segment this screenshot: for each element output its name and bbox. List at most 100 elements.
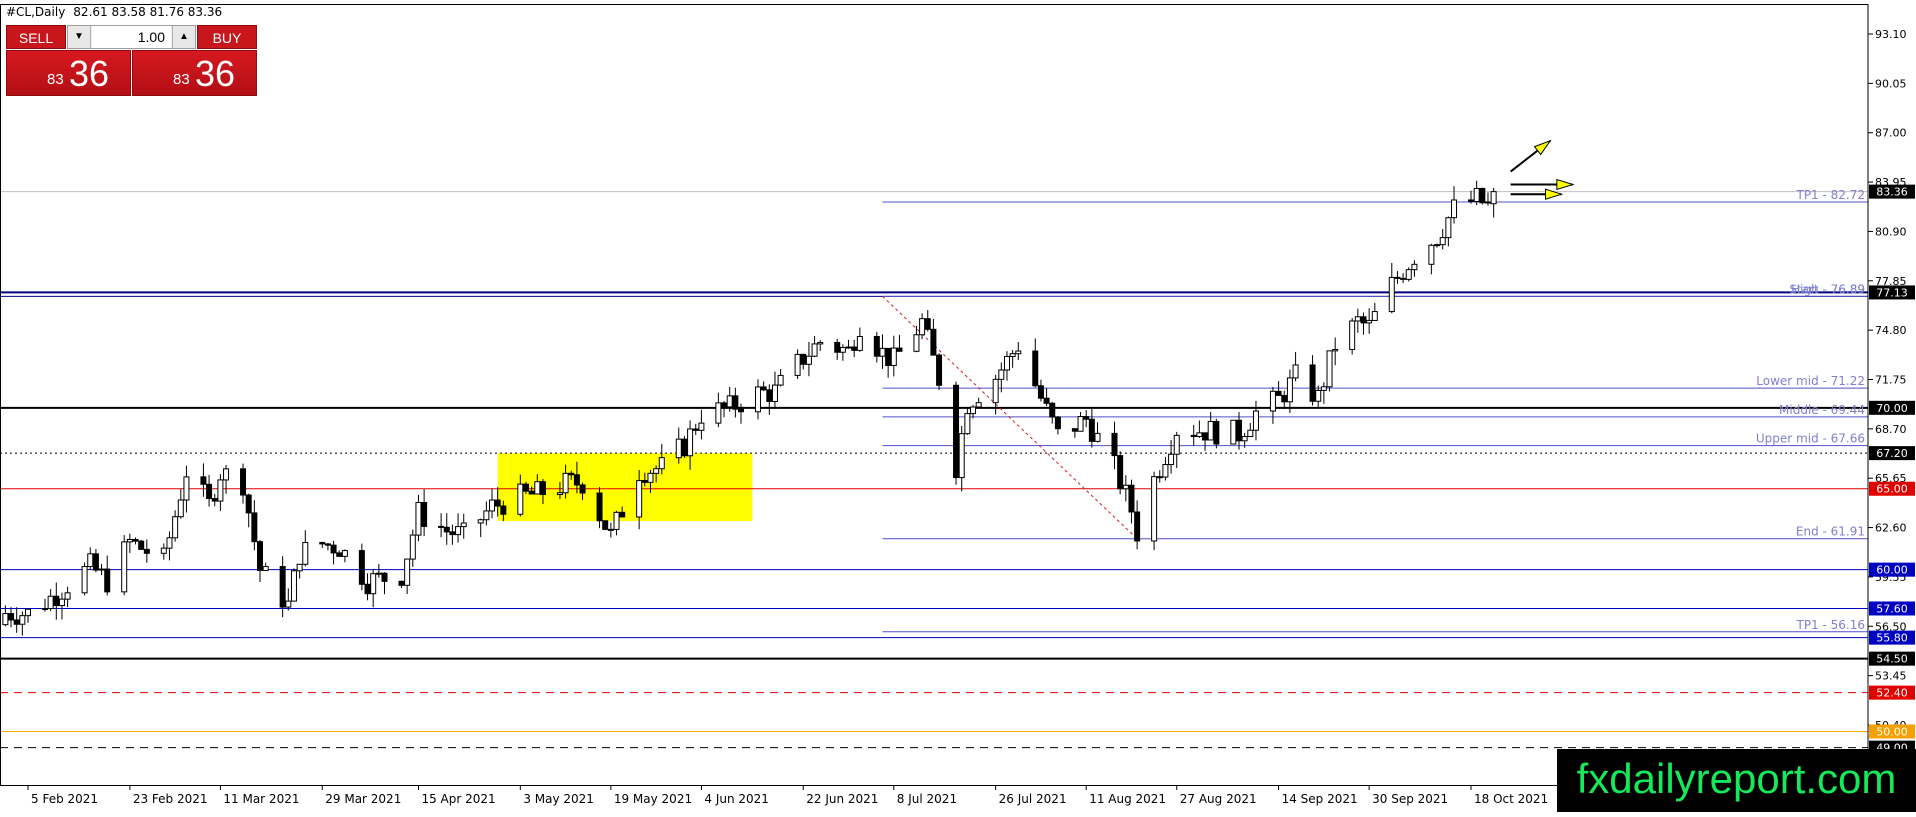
- candle-88: [692, 423, 699, 436]
- candle-156: [1235, 412, 1242, 450]
- candle-body: [675, 438, 682, 459]
- candle-body: [64, 592, 71, 600]
- arrow-head: [1556, 178, 1575, 191]
- candle-body: [766, 389, 773, 402]
- candle-128: [1009, 350, 1016, 368]
- candle-106: [839, 344, 846, 361]
- candle-54: [421, 489, 428, 537]
- candle-165: [1309, 355, 1316, 406]
- candle-body: [936, 354, 943, 386]
- candle-body: [1473, 187, 1480, 202]
- candle-94: [738, 403, 745, 424]
- candle-143: [1128, 479, 1135, 524]
- candle-body: [1366, 319, 1373, 324]
- y-tick-label-1: 90.05: [1875, 77, 1907, 90]
- candle-body: [1077, 416, 1084, 432]
- arrow-head: [1545, 188, 1564, 200]
- candle-148: [1168, 439, 1175, 474]
- candle-body: [721, 402, 728, 408]
- candle-78: [613, 510, 620, 536]
- candle-132: [1043, 388, 1050, 407]
- buy-button[interactable]: BUY: [197, 25, 257, 49]
- candle-159: [1252, 400, 1259, 441]
- candle-61: [483, 501, 490, 526]
- candle-body: [919, 318, 926, 336]
- candle-body: [477, 519, 484, 524]
- candle-body: [138, 540, 145, 550]
- candle-body: [223, 468, 230, 481]
- candle-body: [104, 568, 111, 593]
- price-tag-11: 50.00: [1876, 725, 1908, 738]
- sell-price-minor: 36: [69, 53, 110, 94]
- candle-167: [1320, 382, 1327, 404]
- candle-183: [1445, 216, 1452, 247]
- candle-body: [1326, 350, 1333, 388]
- caret-down-icon[interactable]: ▼: [68, 26, 91, 48]
- fib-label-0: TP1 - 82.72: [1795, 188, 1865, 202]
- lot-size-input[interactable]: 1.00: [92, 26, 171, 48]
- candle-body: [1468, 199, 1474, 202]
- candle-body: [562, 472, 569, 494]
- price-chart[interactable]: TP1 - 82.72Start - 76.89High - 76.89Lowe…: [0, 0, 1916, 812]
- candle-body: [913, 334, 920, 352]
- candle-body: [1320, 386, 1327, 391]
- candle-105: [834, 338, 841, 360]
- candle-37: [290, 568, 297, 602]
- y-tick-label-6: 74.80: [1875, 324, 1907, 337]
- buy-price-quote[interactable]: 83 36: [132, 50, 257, 96]
- candle-25: [200, 463, 207, 497]
- candle-body: [653, 468, 660, 474]
- candle-160: [1269, 386, 1276, 424]
- forecast-arrow-1: [1510, 178, 1575, 191]
- candle-59: [460, 513, 467, 539]
- candle-90: [715, 392, 722, 428]
- candle-5: [41, 598, 48, 612]
- candle-51: [404, 558, 411, 595]
- candle-133: [1049, 401, 1056, 424]
- price-tag-6: 60.00: [1876, 564, 1908, 577]
- candle-body: [726, 395, 733, 408]
- candle-body: [438, 525, 445, 528]
- candle-body: [421, 501, 428, 527]
- candle-body: [856, 336, 863, 351]
- sell-button[interactable]: SELL: [6, 25, 66, 49]
- candle-144: [1134, 500, 1141, 550]
- candle-body: [732, 395, 739, 410]
- candle-28: [217, 474, 224, 512]
- candle-body: [839, 346, 846, 353]
- candle-body: [1230, 419, 1237, 445]
- lot-size-stepper[interactable]: ▼ 1.00 ▲: [67, 25, 196, 49]
- candle-body: [1162, 464, 1169, 478]
- sell-price-quote[interactable]: 83 36: [6, 50, 131, 96]
- candle-body: [1134, 511, 1141, 542]
- candle-body: [404, 558, 411, 586]
- candle-body: [596, 492, 603, 522]
- candle-body: [1032, 350, 1039, 387]
- candle-body: [1009, 353, 1016, 357]
- candle-164: [1292, 351, 1299, 382]
- candle-body: [1400, 277, 1407, 280]
- candle-142: [1122, 475, 1129, 502]
- candle-body: [1428, 244, 1435, 265]
- candle-3: [19, 611, 26, 636]
- candle-19: [143, 539, 150, 563]
- candle-116: [919, 313, 926, 340]
- candle-6: [47, 589, 54, 612]
- candle-169: [1332, 337, 1339, 366]
- candle-body: [1122, 484, 1129, 490]
- candle-body: [19, 615, 26, 625]
- candle-40: [319, 541, 326, 548]
- candle-34: [262, 562, 269, 571]
- candle-body: [964, 413, 971, 435]
- candle-139: [1094, 422, 1101, 443]
- candle-155: [1230, 419, 1237, 445]
- candle-body: [1088, 418, 1095, 442]
- caret-up-icon[interactable]: ▲: [172, 26, 195, 48]
- candle-body: [449, 531, 456, 536]
- candle-body: [879, 347, 886, 357]
- candle-8: [58, 592, 65, 620]
- plot-frame: [0, 4, 1869, 786]
- candle-120: [953, 381, 960, 485]
- candle-body: [1247, 429, 1254, 438]
- candle-187: [1479, 187, 1486, 205]
